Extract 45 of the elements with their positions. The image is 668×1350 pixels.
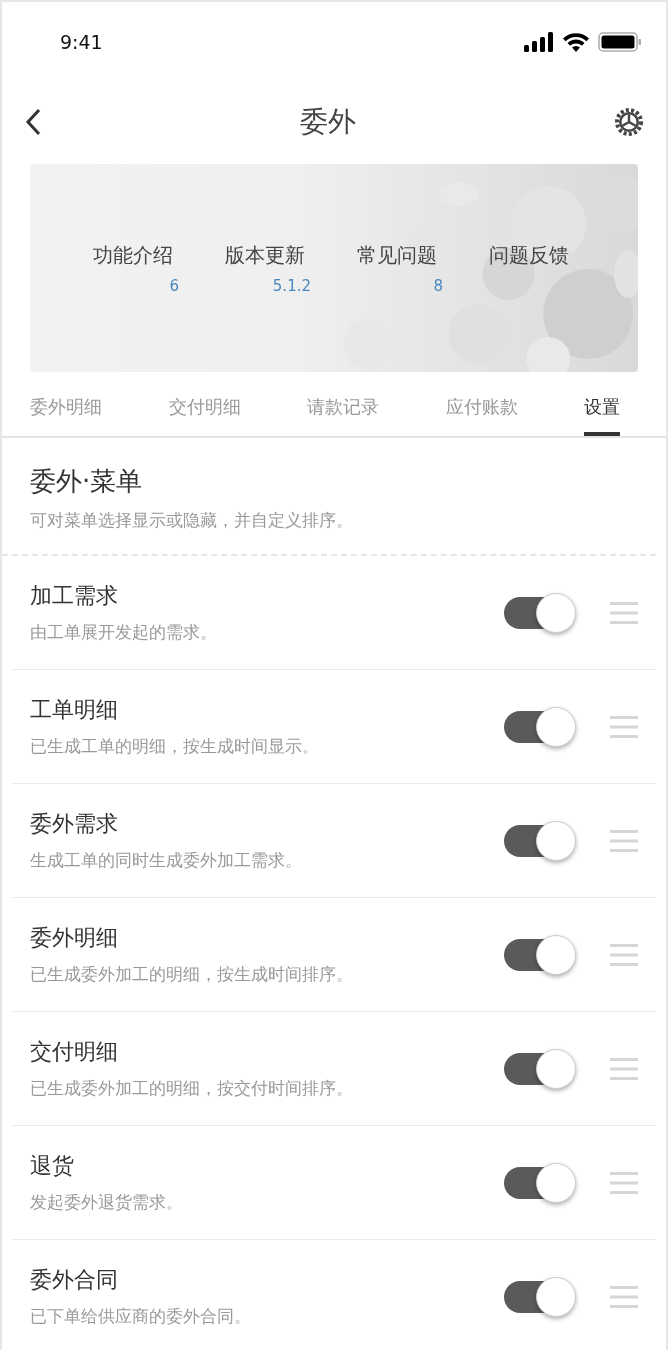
toggle-switch[interactable] <box>504 1162 576 1203</box>
menu-item-title: 委外明细 <box>30 924 118 952</box>
drag-handle-icon[interactable] <box>610 715 638 738</box>
toggle-switch[interactable] <box>504 934 576 975</box>
menu-item-title: 委外需求 <box>30 810 118 838</box>
menu-item-description: 已生成委外加工的明细，按生成时间排序。 <box>30 963 353 986</box>
menu-item-description: 已生成委外加工的明细，按交付时间排序。 <box>30 1077 353 1100</box>
tab[interactable]: 设置 <box>584 394 620 436</box>
menu-item-description: 已生成工单的明细，按生成时间显示。 <box>30 735 319 758</box>
signal-icon <box>524 32 554 52</box>
status-time: 9:41 <box>60 31 104 53</box>
page-title: 委外 <box>299 104 357 140</box>
settings-icon[interactable] <box>614 107 644 137</box>
drag-handle-icon[interactable] <box>610 1285 638 1308</box>
toggle-switch[interactable] <box>504 706 576 747</box>
battery-icon <box>598 32 642 52</box>
stat-value: 6 <box>169 276 179 295</box>
menu-item-description: 已下单给供应商的委外合同。 <box>30 1305 251 1328</box>
menu-item-title: 交付明细 <box>30 1038 118 1066</box>
stat-value: 5.1.2 <box>272 276 311 295</box>
menu-item-title: 工单明细 <box>30 696 118 724</box>
menu-item-title: 加工需求 <box>30 582 118 610</box>
menu-item-description: 生成工单的同时生成委外加工需求。 <box>30 849 302 872</box>
section-title: 委外·菜单 <box>30 465 143 498</box>
stat-value: 8 <box>433 276 443 295</box>
drag-handle-icon[interactable] <box>610 943 638 966</box>
back-icon[interactable] <box>24 108 42 136</box>
section-description: 可对菜单选择显示或隐藏，并自定义排序。 <box>30 509 353 532</box>
drag-handle-icon[interactable] <box>610 1057 638 1080</box>
drag-handle-icon[interactable] <box>610 829 638 852</box>
stat-label[interactable]: 版本更新 <box>225 241 305 269</box>
menu-item-title: 委外合同 <box>30 1266 118 1294</box>
menu-item-description: 发起委外退货需求。 <box>30 1191 183 1214</box>
stat-label[interactable]: 功能介绍 <box>93 241 173 269</box>
menu-item-description: 由工单展开发起的需求。 <box>30 621 217 644</box>
stat-label[interactable]: 常见问题 <box>357 241 437 269</box>
toggle-switch[interactable] <box>504 592 576 633</box>
drag-handle-icon[interactable] <box>610 1171 638 1194</box>
toggle-switch[interactable] <box>504 1276 576 1317</box>
drag-handle-icon[interactable] <box>610 601 638 624</box>
menu-item-title: 退货 <box>30 1152 74 1180</box>
toggle-switch[interactable] <box>504 820 576 861</box>
wifi-icon <box>562 32 590 52</box>
stat-label[interactable]: 问题反馈 <box>489 241 569 269</box>
toggle-switch[interactable] <box>504 1048 576 1089</box>
